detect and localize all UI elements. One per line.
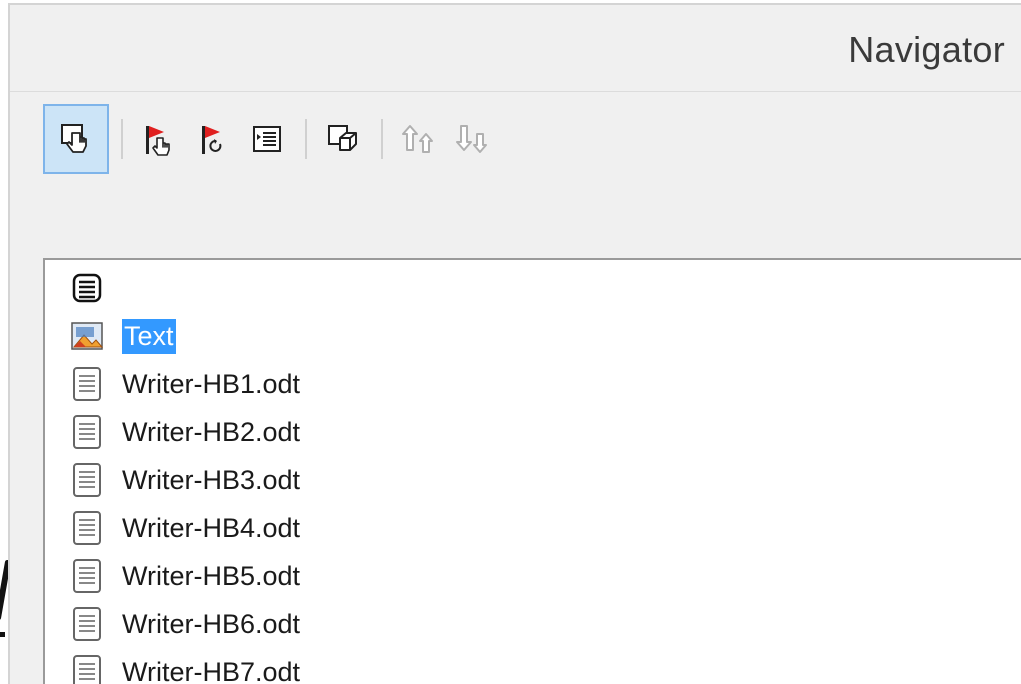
tree-item[interactable]: Writer-HB7.odt (69, 650, 300, 684)
window-title: Navigator (848, 29, 1005, 70)
drag-hand-icon (59, 122, 93, 156)
navigator-toolbar (43, 103, 507, 175)
flag-link-icon (196, 122, 230, 156)
list-document-icon (69, 270, 105, 306)
move-up-button[interactable] (399, 119, 439, 159)
toggle-content-button[interactable] (247, 119, 287, 159)
drag-mode-button[interactable] (43, 104, 109, 174)
navigator-titlebar: Navigator (10, 5, 1021, 92)
text-document-icon (69, 558, 105, 594)
text-document-icon (69, 606, 105, 642)
tree-item-label: Writer-HB2.odt (122, 416, 301, 447)
tree-item[interactable]: Writer-HB4.odt (69, 506, 300, 550)
navigator-tree[interactable]: Text Writer-HB1.odt Writer-HB2.odt Write… (43, 258, 1021, 684)
tree-item[interactable] (69, 266, 122, 310)
shapes-icon (326, 122, 360, 156)
arrows-up-icon (400, 122, 438, 156)
tree-item[interactable]: Writer-HB6.odt (69, 602, 300, 646)
text-document-icon (69, 654, 105, 684)
tree-item-label: Text (122, 318, 176, 354)
insert-as-hyperlink-button[interactable] (139, 119, 179, 159)
text-document-icon (69, 414, 105, 450)
tree-item-label: Writer-HB4.odt (122, 512, 301, 543)
flag-hand-icon (142, 122, 176, 156)
content-view-icon (250, 122, 284, 156)
tree-item[interactable]: Writer-HB3.odt (69, 458, 300, 502)
show-shapes-button[interactable] (323, 119, 363, 159)
tree-item[interactable]: Writer-HB1.odt (69, 362, 300, 406)
text-document-icon (69, 366, 105, 402)
tree-item-label: Writer-HB5.odt (122, 560, 301, 591)
insert-as-link-button[interactable] (193, 119, 233, 159)
navigator-panel: Navigator Text Writer-HB1.odt Writer-HB2… (8, 3, 1021, 684)
background-dot (0, 632, 5, 637)
toolbar-separator (121, 119, 123, 159)
background-window-edge (0, 560, 12, 650)
toolbar-separator (381, 119, 383, 159)
tree-item-label: Writer-HB1.odt (122, 368, 301, 399)
tree-item-label: Writer-HB3.odt (122, 464, 301, 495)
tree-item[interactable]: Writer-HB5.odt (69, 554, 300, 598)
move-down-button[interactable] (453, 119, 493, 159)
tree-item[interactable]: Writer-HB2.odt (69, 410, 300, 454)
tree-item-text[interactable]: Text (69, 314, 176, 358)
tree-item-label: Writer-HB6.odt (122, 608, 301, 639)
text-document-icon (69, 510, 105, 546)
toolbar-separator (305, 119, 307, 159)
image-graphic-icon (69, 318, 105, 354)
tree-item-label: Writer-HB7.odt (122, 656, 301, 684)
text-document-icon (69, 462, 105, 498)
screen: Navigator Text Writer-HB1.odt Writer-HB2… (0, 0, 1021, 684)
arrows-down-icon (454, 122, 492, 156)
